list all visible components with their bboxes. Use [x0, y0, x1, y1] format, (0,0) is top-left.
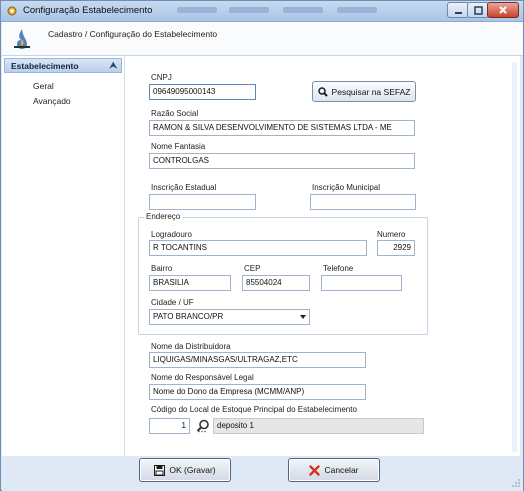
- cep-label: CEP: [244, 264, 261, 273]
- configuracao-window: Configuração Estabelecimento Cadastro / …: [0, 0, 524, 491]
- inactive-menu-placeholder: [229, 7, 269, 13]
- numero-label: Numero: [377, 230, 406, 239]
- telefone-field[interactable]: [321, 275, 402, 291]
- minimize-button[interactable]: [447, 2, 469, 18]
- endereco-group-title: Endereço: [144, 212, 183, 221]
- sidebar-item-geral[interactable]: Geral: [33, 81, 54, 91]
- distribuidora-field[interactable]: LIQUIGAS/MINASGAS/ULTRAGAZ,ETC: [149, 352, 366, 368]
- title-bar[interactable]: Configuração Estabelecimento: [1, 1, 523, 22]
- inactive-menu-placeholder: [337, 7, 377, 13]
- gas-flame-logo-icon: [14, 29, 30, 49]
- inactive-menu-placeholder: [177, 7, 217, 13]
- cidade-uf-value: PATO BRANCO/PR: [153, 312, 224, 321]
- cancel-x-icon: [309, 464, 321, 476]
- cep-field[interactable]: 85504024: [242, 275, 310, 291]
- inscricao-estadual-field[interactable]: [149, 194, 256, 210]
- inscricao-estadual-label: Inscrição Estadual: [151, 183, 217, 192]
- cancel-label: Cancelar: [324, 465, 359, 475]
- estoque-label: Código do Local de Estoque Principal do …: [151, 405, 357, 414]
- footer-bar: [2, 456, 523, 491]
- cidade-uf-label: Cidade / UF: [151, 298, 194, 307]
- razao-social-field[interactable]: RAMON & SILVA DESENVOLVIMENTO DE SISTEMA…: [149, 120, 415, 136]
- cnpj-label: CNPJ: [151, 73, 172, 82]
- close-icon: [499, 6, 507, 14]
- sidebar-item-avancado[interactable]: Avançado: [33, 96, 71, 106]
- breadcrumb: Cadastro / Configuração do Estabelecimen…: [48, 29, 218, 39]
- cnpj-field[interactable]: 09649095000143: [149, 84, 256, 100]
- save-icon: [154, 464, 166, 476]
- maximize-button[interactable]: [467, 2, 489, 18]
- logradouro-field[interactable]: R TOCANTINS: [149, 240, 367, 256]
- search-sefaz-button[interactable]: Pesquisar na SEFAZ: [312, 81, 416, 102]
- cidade-uf-select[interactable]: PATO BRANCO/PR: [149, 309, 310, 325]
- bairro-field[interactable]: BRASILIA: [149, 275, 231, 291]
- search-icon: [317, 86, 328, 97]
- resize-grip-icon[interactable]: [512, 479, 520, 487]
- sidebar: Estabelecimento ⮝ Geral Avançado: [2, 56, 124, 456]
- page-header: Cadastro / Configuração do Estabelecimen…: [2, 22, 523, 56]
- razao-social-label: Razão Social: [151, 109, 199, 118]
- nome-fantasia-label: Nome Fantasia: [151, 142, 206, 151]
- inscricao-municipal-field[interactable]: [310, 194, 416, 210]
- numero-field[interactable]: 2929: [377, 240, 415, 256]
- ok-save-label: OK (Gravar): [169, 465, 216, 475]
- vertical-scrollbar[interactable]: [512, 62, 517, 452]
- estoque-description-field: deposito 1: [213, 418, 424, 434]
- inscricao-municipal-label: Inscrição Municipal: [312, 183, 381, 192]
- cancel-button[interactable]: Cancelar: [288, 458, 380, 482]
- collapse-chevron-icon[interactable]: ⮝: [109, 60, 117, 71]
- search-sefaz-label: Pesquisar na SEFAZ: [331, 86, 411, 97]
- ok-save-button[interactable]: OK (Gravar): [139, 458, 231, 482]
- responsavel-label: Nome do Responsável Legal: [151, 373, 254, 382]
- window-title: Configuração Estabelecimento: [23, 5, 153, 16]
- close-button[interactable]: [487, 2, 519, 18]
- app-icon: [7, 6, 17, 16]
- logradouro-label: Logradouro: [151, 230, 192, 239]
- lookup-search-icon[interactable]: [196, 419, 210, 433]
- responsavel-field[interactable]: Nome do Dono da Empresa (MCMM/ANP): [149, 384, 366, 400]
- chevron-down-icon: [300, 315, 306, 319]
- distribuidora-label: Nome da Distribuidora: [151, 342, 231, 351]
- nome-fantasia-field[interactable]: CONTROLGAS: [149, 153, 415, 169]
- inactive-menu-placeholder: [283, 7, 323, 13]
- sidebar-section-title: Estabelecimento: [11, 61, 79, 71]
- minimize-icon: [454, 11, 462, 14]
- estoque-code-field[interactable]: 1: [149, 418, 190, 434]
- maximize-icon: [473, 5, 483, 15]
- bairro-label: Bairro: [151, 264, 173, 273]
- sidebar-section-header[interactable]: Estabelecimento ⮝: [4, 58, 122, 73]
- telefone-label: Telefone: [323, 264, 354, 273]
